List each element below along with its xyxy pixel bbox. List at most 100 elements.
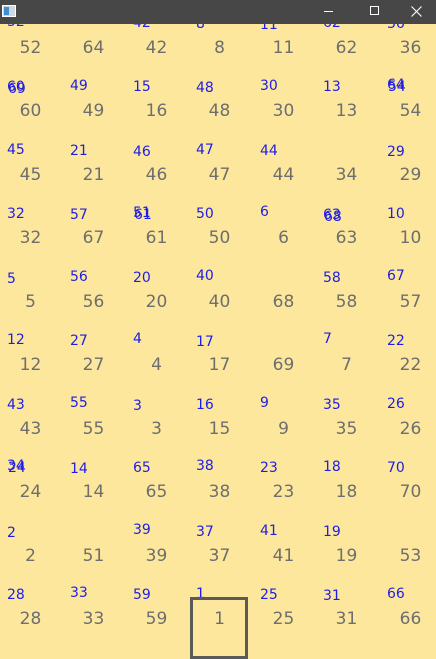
grid-tile[interactable]: 43 43 <box>0 396 62 460</box>
grid-tile[interactable]: 38 38 <box>188 459 251 523</box>
grid-tile[interactable]: 55 55 <box>62 396 125 460</box>
grid-tile[interactable]: 32 32 <box>0 205 62 269</box>
grid-tile[interactable]: 60 69 60 <box>0 78 62 142</box>
grid-tile[interactable]: 53 <box>379 523 436 587</box>
grid-tile[interactable]: 77 <box>315 332 378 396</box>
grid-tile[interactable]: 45 45 <box>0 142 62 206</box>
grid-tile[interactable]: 31 31 <box>315 586 378 650</box>
grid-tile[interactable]: 46 46 <box>125 142 188 206</box>
grid-tile[interactable]: 28 28 <box>0 586 62 650</box>
tile-overlay-number: 14 <box>70 461 88 477</box>
grid-tile[interactable]: 65 65 <box>125 459 188 523</box>
grid-tile[interactable]: 64 <box>62 24 125 79</box>
grid-tile[interactable]: 16 15 <box>188 396 251 460</box>
grid-tile[interactable]: 47 47 <box>188 142 251 206</box>
grid-tile[interactable]: 33 <box>125 396 188 460</box>
grid-tile[interactable]: 67 57 <box>379 269 436 333</box>
tile-number: 14 <box>82 482 105 502</box>
grid-tile[interactable]: 44 <box>125 332 188 396</box>
maximize-button[interactable] <box>351 0 397 24</box>
grid-tile[interactable]: 66 66 <box>379 586 436 650</box>
tile-overlay-number: 12 <box>7 332 25 348</box>
tile-number: 39 <box>145 546 168 566</box>
tile-number: 15 <box>208 419 231 439</box>
grid-tile[interactable]: 18 18 <box>315 459 378 523</box>
tile-number: 37 <box>208 546 231 566</box>
grid-tile[interactable]: 40 40 <box>188 269 251 333</box>
grid-tile[interactable]: 68 <box>252 269 315 333</box>
grid-tile[interactable]: 56 56 <box>62 269 125 333</box>
grid-tile[interactable]: 50 50 <box>188 205 251 269</box>
tile-overlay-number: 50 <box>196 206 214 222</box>
tile-overlay-number: 22 <box>387 333 405 349</box>
grid-tile[interactable]: 17 17 <box>188 332 251 396</box>
grid-tile[interactable]: 88 <box>188 24 251 79</box>
tile-number: 44 <box>272 165 295 185</box>
tile-number: 30 <box>272 101 295 121</box>
grid-tile[interactable]: 35 35 <box>315 396 378 460</box>
grid-tile[interactable]: 49 49 <box>62 78 125 142</box>
tile-number: 20 <box>145 292 168 312</box>
tile-overlay-number: 69 <box>8 81 26 97</box>
tile-number: 11 <box>272 38 295 58</box>
grid-tile[interactable]: 59 59 <box>125 586 188 650</box>
tile-overlay-number: 20 <box>133 270 151 286</box>
grid-tile[interactable]: 66 <box>252 205 315 269</box>
tile-overlay-number: 62 <box>323 24 341 30</box>
tile-overlay-number: 46 <box>133 144 151 160</box>
tile-number: 24 <box>19 482 42 502</box>
tile-overlay-number: 59 <box>133 587 151 603</box>
grid-tile[interactable]: 20 20 <box>125 269 188 333</box>
grid-tile[interactable]: 62 62 <box>315 24 378 79</box>
tile-overlay-number: 40 <box>196 268 214 284</box>
grid-tile[interactable]: 14 14 <box>62 459 125 523</box>
grid-tile[interactable]: 99 <box>252 396 315 460</box>
tile-number: 29 <box>399 165 422 185</box>
grid-tile[interactable]: 13 13 <box>315 78 378 142</box>
grid-tile[interactable]: 41 41 <box>252 523 315 587</box>
grid-tile[interactable]: 27 27 <box>62 332 125 396</box>
grid-tile[interactable]: 55 <box>0 269 62 333</box>
grid-tile[interactable]: 36 36 <box>379 24 436 79</box>
tile-number: 65 <box>145 482 168 502</box>
grid-tile[interactable]: 70 70 <box>379 459 436 523</box>
tile-overlay-number: 29 <box>387 144 405 160</box>
grid-tile[interactable]: 23 23 <box>252 459 315 523</box>
grid-tile[interactable]: 30 30 <box>252 78 315 142</box>
grid-tile[interactable]: 11 11 <box>252 24 315 79</box>
grid-tile[interactable]: 57 67 <box>62 205 125 269</box>
tile-number: 28 <box>19 609 42 629</box>
grid-tile[interactable]: 64 54 54 <box>379 78 436 142</box>
close-button[interactable] <box>397 0 436 24</box>
grid-tile[interactable]: 58 58 <box>315 269 378 333</box>
grid-tile[interactable]: 69 <box>252 332 315 396</box>
grid-tile[interactable]: 52 52 <box>0 24 62 79</box>
grid-tile[interactable]: 22 22 <box>379 332 436 396</box>
grid-tile[interactable]: 51 <box>62 523 125 587</box>
grid-tile[interactable]: 10 10 <box>379 205 436 269</box>
minimize-button[interactable] <box>305 0 351 24</box>
grid-tile[interactable]: 42 42 <box>125 24 188 79</box>
grid-tile[interactable]: 25 25 <box>252 586 315 650</box>
tile-overlay-number: 11 <box>260 24 278 33</box>
grid-tile[interactable]: 33 33 <box>62 586 125 650</box>
grid-tile[interactable]: 12 12 <box>0 332 62 396</box>
tile-overlay-number: 8 <box>196 24 205 32</box>
grid-tile[interactable]: 29 29 <box>379 142 436 206</box>
grid-tile[interactable]: 34 24 24 <box>0 459 62 523</box>
grid-tile[interactable]: 34 <box>315 142 378 206</box>
grid-tile[interactable]: 63 68 63 <box>315 205 378 269</box>
grid-tile[interactable]: 21 21 <box>62 142 125 206</box>
grid-tile[interactable]: 22 <box>0 523 62 587</box>
grid-tile[interactable]: 44 44 <box>252 142 315 206</box>
tile-overlay-number: 21 <box>70 143 88 159</box>
tile-number: 9 <box>278 419 289 439</box>
grid-tile[interactable]: 51 61 61 <box>125 205 188 269</box>
grid-tile[interactable]: 26 26 <box>379 396 436 460</box>
tile-overlay-number: 18 <box>323 459 341 475</box>
grid-tile[interactable]: 15 16 <box>125 78 188 142</box>
grid-tile[interactable]: 39 39 <box>125 523 188 587</box>
grid-tile[interactable]: 19 19 <box>315 523 378 587</box>
grid-tile[interactable]: 48 48 <box>188 78 251 142</box>
grid-tile[interactable]: 37 37 <box>188 523 251 587</box>
